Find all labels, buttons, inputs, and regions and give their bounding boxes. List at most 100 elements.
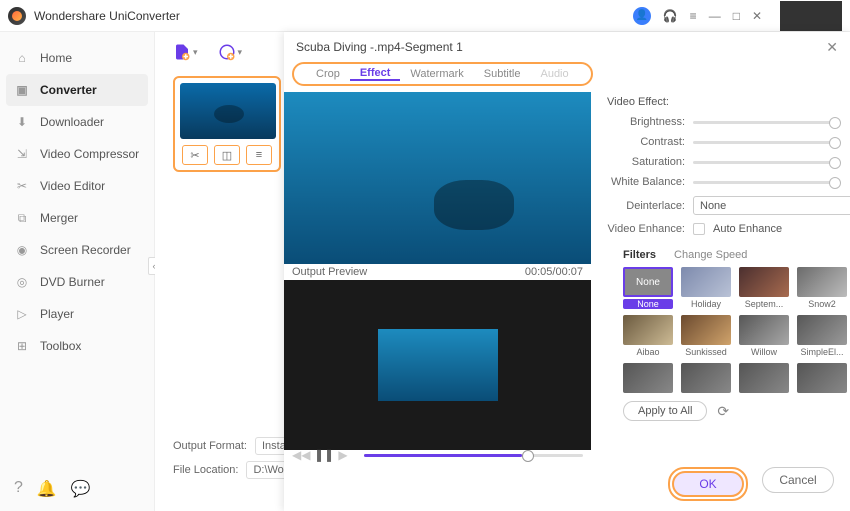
ok-highlight: OK [668,467,748,501]
player-icon: ▷ [14,306,30,322]
player-controls: ◀◀ ❚❚ ▶ [284,443,591,467]
sidebar-item-label: Player [40,307,74,321]
filter-thumb [797,363,847,393]
filter-thumb [739,315,789,345]
filter-extra-2[interactable] [681,363,731,393]
trim-tool-button[interactable]: ✂ [182,145,208,165]
filter-label: Willow [739,347,789,357]
add-folder-icon [218,43,236,61]
bell-icon[interactable]: 🔔 [37,479,57,499]
filter-simpleel[interactable]: SimpleEl... [797,315,847,357]
ok-button[interactable]: OK [672,471,744,497]
filter-grid: NoneNone Holiday Septem... Snow2 Aibao S… [607,267,850,393]
pause-button[interactable]: ❚❚ [314,448,328,462]
auto-enhance-label: Auto Enhance [713,223,782,235]
change-speed-tab[interactable]: Change Speed [674,249,747,261]
filter-none[interactable]: NoneNone [623,267,673,309]
output-preview-label: Output Preview [292,266,367,278]
add-file-icon [173,43,191,61]
filter-thumb [681,315,731,345]
clip-thumbnail-card[interactable]: ✂ ◫ ≡ [173,76,281,172]
chevron-down-icon: ▾ [238,47,243,58]
dvd-icon: ◎ [14,274,30,290]
sidebar-item-merger[interactable]: ⧉Merger [0,202,154,234]
filter-label: Snow2 [797,299,847,309]
filter-willow[interactable]: Willow [739,315,789,357]
sidebar-item-label: Screen Recorder [40,243,131,257]
filter-holiday[interactable]: Holiday [681,267,731,309]
filter-extra-3[interactable] [739,363,789,393]
dialog-footer: OK Cancel [668,467,834,501]
filter-extra-4[interactable] [797,363,847,393]
sidebar-item-recorder[interactable]: ◉ Screen Recorder [0,234,154,266]
effect-dialog: Scuba Diving -.mp4-Segment 1 ✕ Crop Effe… [284,32,850,511]
recorder-icon: ◉ [14,242,30,258]
white-balance-slider[interactable] [693,181,841,184]
minimize-button[interactable]: — [709,9,721,23]
apply-to-all-button[interactable]: Apply to All [623,401,707,421]
tab-watermark[interactable]: Watermark [400,68,473,80]
sidebar-item-converter[interactable]: ▣ Converter [6,74,148,106]
feedback-icon[interactable]: 💬 [71,479,91,499]
tab-effect[interactable]: Effect [350,67,401,81]
source-video-preview [284,92,591,264]
sidebar-item-label: Merger [40,211,78,225]
converter-icon: ▣ [14,82,30,98]
filters-tab[interactable]: Filters [623,249,656,261]
sidebar-item-compressor[interactable]: ⇲Video Compressor [0,138,154,170]
hamburger-menu-icon[interactable]: ≡ [690,9,697,23]
brightness-slider[interactable] [693,121,841,124]
filter-extra-1[interactable] [623,363,673,393]
tab-subtitle[interactable]: Subtitle [474,68,531,80]
filter-label: SimpleEl... [797,347,847,357]
saturation-slider[interactable] [693,161,841,164]
auto-enhance-checkbox[interactable] [693,223,705,235]
window-controls: 👤 🎧 ≡ — □ ✕ [633,1,842,31]
sidebar-item-player[interactable]: ▷ Player [0,298,154,330]
filter-thumb [681,363,731,393]
close-window-button[interactable]: ✕ [752,9,762,23]
tab-audio[interactable]: Audio [530,68,578,80]
refresh-icon[interactable]: ⟳ [717,403,729,420]
effect-tool-button[interactable]: ≡ [246,145,272,165]
crop-tool-button[interactable]: ◫ [214,145,240,165]
white-balance-label: White Balance: [607,176,685,188]
prev-frame-button[interactable]: ◀◀ [292,448,306,462]
contrast-slider[interactable] [693,141,841,144]
help-icon[interactable]: ? [14,479,23,499]
filter-september[interactable]: Septem... [739,267,789,309]
filter-label: Sunkissed [681,347,731,357]
add-folder-button[interactable]: ▾ [218,43,243,61]
support-icon[interactable]: 🎧 [663,9,678,23]
sidebar-item-label: Converter [40,83,97,97]
sidebar-item-toolbox[interactable]: ⊞Toolbox [0,330,154,362]
filter-snow2[interactable]: Snow2 [797,267,847,309]
playback-progress-slider[interactable] [364,454,583,457]
sidebar-item-downloader[interactable]: ⬇Downloader [0,106,154,138]
dialog-close-button[interactable]: ✕ [826,39,838,56]
sidebar-item-dvd[interactable]: ◎DVD Burner [0,266,154,298]
compressor-icon: ⇲ [14,146,30,162]
filter-sunkissed[interactable]: Sunkissed [681,315,731,357]
next-frame-button[interactable]: ▶ [336,448,350,462]
tab-crop[interactable]: Crop [306,68,350,80]
add-file-button[interactable]: ▾ [173,43,198,61]
maximize-button[interactable]: □ [733,9,740,23]
account-icon[interactable]: 👤 [633,7,651,25]
app-title: Wondershare UniConverter [34,9,180,23]
title-dark-patch [780,1,842,31]
cancel-button[interactable]: Cancel [762,467,834,493]
filter-aibao[interactable]: Aibao [623,315,673,357]
sidebar-item-home[interactable]: ⌂Home [0,42,154,74]
file-location-label: File Location: [173,464,238,476]
deinterlace-select[interactable]: None▾ [693,196,850,215]
filter-thumb [681,267,731,297]
contrast-label: Contrast: [607,136,685,148]
effects-panel: Video Effect: Brightness:0 Contrast:0 Sa… [591,92,850,450]
dialog-header: Scuba Diving -.mp4-Segment 1 ✕ [284,32,850,62]
filter-label: Aibao [623,347,673,357]
sidebar-item-label: Downloader [40,115,104,129]
deinterlace-value: None [700,200,726,212]
sidebar-item-editor[interactable]: ✂Video Editor [0,170,154,202]
dialog-tabs: Crop Effect Watermark Subtitle Audio [292,62,593,86]
